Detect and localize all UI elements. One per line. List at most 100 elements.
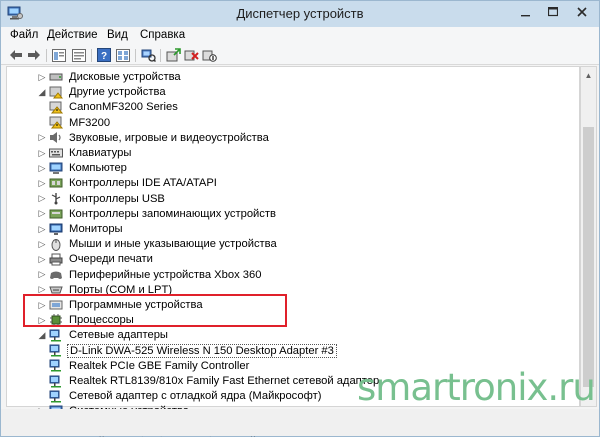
- warning-device-icon: [49, 100, 63, 114]
- tree-device[interactable]: CanonMF3200 Series: [47, 99, 180, 115]
- menu-action[interactable]: Действие: [47, 29, 98, 41]
- usb-icon: [49, 192, 63, 206]
- tree-device[interactable]: D-Link DWA-525 Wireless N 150 Desktop Ad…: [47, 343, 337, 359]
- storage-controller-icon: [49, 207, 63, 221]
- toolbar: ?: [1, 46, 599, 65]
- tree-item-label: MF3200: [69, 116, 111, 129]
- network-adapter-icon: [49, 328, 63, 342]
- warning-device-icon: [49, 116, 63, 130]
- tree-category[interactable]: ▷ Дисковые устройства: [37, 69, 183, 85]
- window-title: Диспетчер устройств: [236, 6, 364, 21]
- unknown-device-icon: [49, 85, 63, 99]
- collapsed-arrow-icon[interactable]: ▷: [37, 69, 47, 85]
- back-icon[interactable]: [8, 47, 24, 63]
- tree-device[interactable]: Realtek PCIe GBE Family Controller: [47, 358, 251, 374]
- toolbar-separator: [135, 49, 136, 62]
- tree-item-label: CanonMF3200 Series: [69, 101, 178, 114]
- status-bar: [1, 409, 599, 436]
- menu-file[interactable]: Файл: [10, 29, 38, 41]
- tree-item-label: Мониторы: [69, 223, 123, 235]
- collapsed-arrow-icon[interactable]: ▷: [37, 145, 47, 161]
- properties-icon[interactable]: [71, 47, 87, 63]
- tree-category[interactable]: ▷ Контроллеры запоминающих устройств: [37, 206, 278, 222]
- collapsed-arrow-icon[interactable]: ▷: [37, 251, 47, 267]
- tree-item-label: Другие устройства: [69, 86, 166, 99]
- printer-icon: [49, 252, 63, 266]
- svg-text:?: ?: [101, 51, 107, 62]
- toolbar-separator: [91, 49, 92, 62]
- tree-item-label: Периферийные устройства Xbox 360: [69, 268, 262, 281]
- collapsed-arrow-icon[interactable]: ▷: [37, 206, 47, 222]
- uninstall-icon[interactable]: [183, 47, 199, 63]
- tree-device[interactable]: MF3200: [47, 115, 112, 131]
- collapsed-arrow-icon[interactable]: ▷: [37, 236, 47, 252]
- computer-icon: [49, 161, 63, 175]
- view-icon[interactable]: [115, 47, 131, 63]
- scroll-up-arrow-icon[interactable]: ▲: [581, 67, 596, 83]
- toolbar-separator: [46, 49, 47, 62]
- tree-category[interactable]: ▷ Компьютер: [37, 160, 129, 176]
- tree-category[interactable]: ◢ Сетевые адаптеры: [37, 327, 170, 343]
- tree-item-label: Компьютер: [69, 162, 127, 175]
- show-hide-tree-icon[interactable]: [51, 47, 67, 63]
- disable-device-icon[interactable]: [201, 47, 217, 63]
- tree-category[interactable]: ▷ Контроллеры IDE ATA/ATAPI: [37, 175, 219, 191]
- expanded-arrow-icon[interactable]: ◢: [37, 327, 47, 343]
- tree-category[interactable]: ▷ Звуковые, игровые и видеоустройства: [37, 130, 271, 146]
- disk-icon: [49, 70, 63, 84]
- keyboard-icon: [49, 146, 63, 160]
- collapsed-arrow-icon[interactable]: ▷: [37, 130, 47, 146]
- xbox-icon: [49, 268, 63, 282]
- network-adapter-icon: [49, 389, 63, 403]
- tree-category[interactable]: ◢ Другие устройства: [37, 84, 168, 100]
- forward-icon[interactable]: [26, 47, 42, 63]
- network-adapter-icon: [49, 359, 63, 373]
- tree-category[interactable]: ▷ Мониторы: [37, 221, 125, 237]
- help-icon[interactable]: ?: [96, 47, 112, 63]
- tree-category[interactable]: ▷ Клавиатуры: [37, 145, 133, 161]
- menu-help[interactable]: Справка: [140, 29, 185, 41]
- minimize-button[interactable]: [512, 1, 539, 22]
- tree-device[interactable]: Сетевой адаптер с отладкой ядра (Майкрос…: [47, 388, 323, 404]
- watermark-text: smartronix.ru: [357, 366, 596, 409]
- tree-item-label: Сетевые адаптеры: [69, 329, 168, 342]
- tree-item-label: Realtek PCIe GBE Family Controller: [69, 359, 250, 372]
- tree-category[interactable]: ▷ Очереди печати: [37, 251, 155, 267]
- collapsed-arrow-icon[interactable]: ▷: [37, 175, 47, 191]
- tree-category[interactable]: ▷ Контроллеры USB: [37, 191, 167, 207]
- collapsed-arrow-icon[interactable]: ▷: [37, 191, 47, 207]
- device-tree[interactable]: ▷ Дисковые устройства ◢ Другие устройства Ca…: [6, 66, 580, 437]
- tree-item-label: Клавиатуры: [69, 147, 132, 159]
- tree-item-label: Realtek RTL8139/810x Family Fast Etherne…: [69, 375, 380, 387]
- tree-item-label: Контроллеры USB: [69, 192, 165, 205]
- device-manager-window: Диспетчер устройств Файл Действие Вид Сп…: [0, 0, 600, 437]
- tree-category[interactable]: ▷ Периферийные устройства Xbox 360: [37, 267, 263, 283]
- menu-view[interactable]: Вид: [107, 29, 128, 41]
- expanded-arrow-icon[interactable]: ◢: [37, 84, 47, 100]
- tree-item-label: D-Link DWA-525 Wireless N 150 Desktop Ad…: [67, 343, 337, 358]
- collapsed-arrow-icon[interactable]: ▷: [37, 221, 47, 237]
- annotation-highlight-box: [23, 294, 287, 327]
- tree-item-label: Контроллеры запоминающих устройств: [69, 207, 276, 220]
- tree-item-label: Мыши и иные указывающие устройства: [69, 238, 277, 251]
- monitor-icon: [49, 222, 63, 236]
- tree-category[interactable]: ▷ Мыши и иные указывающие устройства: [37, 236, 279, 252]
- scrollbar-thumb[interactable]: [583, 127, 594, 387]
- collapsed-arrow-icon[interactable]: ▷: [37, 160, 47, 176]
- maximize-button[interactable]: [539, 1, 566, 22]
- tree-device[interactable]: Realtek RTL8139/810x Family Fast Etherne…: [47, 373, 381, 389]
- tree-item-label: Сетевой адаптер с отладкой ядра (Майкрос…: [69, 390, 322, 403]
- menu-bar: Файл Действие Вид Справка: [1, 27, 599, 46]
- controller-icon: [49, 176, 63, 190]
- toolbar-separator: [160, 49, 161, 62]
- speaker-icon: [49, 131, 63, 145]
- network-adapter-icon: [49, 344, 63, 358]
- vertical-scrollbar[interactable]: ▲: [580, 66, 597, 407]
- close-button[interactable]: [566, 1, 598, 22]
- scan-hardware-icon[interactable]: [140, 47, 156, 63]
- title-bar[interactable]: Диспетчер устройств: [1, 1, 599, 27]
- tree-item-label: Контроллеры IDE ATA/ATAPI: [69, 177, 217, 190]
- collapsed-arrow-icon[interactable]: ▷: [37, 267, 47, 283]
- update-driver-icon[interactable]: [165, 47, 181, 63]
- tree-item-label: Дисковые устройства: [69, 71, 181, 83]
